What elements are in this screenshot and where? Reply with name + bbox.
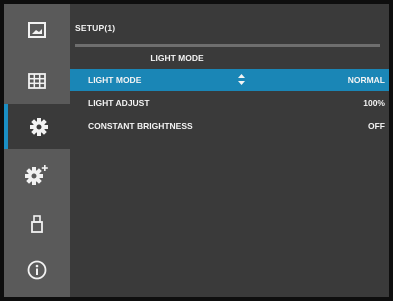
gear-plus-icon: [25, 164, 48, 185]
sidebar-item-usb[interactable]: [4, 201, 70, 246]
sidebar-item-grid[interactable]: [4, 58, 70, 103]
page-title: SETUP(1): [75, 23, 116, 33]
grid-icon: [28, 72, 46, 89]
sidebar-item-picture[interactable]: [4, 7, 70, 52]
sidebar: [4, 4, 70, 297]
picture-icon: [28, 21, 46, 38]
menu-row-label: LIGHT ADJUST: [88, 98, 150, 108]
menu-row-label: CONSTANT BRIGHTNESS: [88, 121, 193, 131]
info-icon: [27, 260, 47, 279]
menu-row-light-mode[interactable]: LIGHT MODE NORMAL: [70, 69, 389, 91]
section-title: LIGHT MODE: [150, 53, 204, 63]
menu-row-value: NORMAL: [347, 75, 385, 85]
menu-row-value: 100%: [363, 98, 385, 108]
menu-row-value: OFF: [368, 121, 385, 131]
title-divider: [75, 44, 380, 47]
usb-icon: [31, 214, 43, 233]
gear-icon: [30, 117, 48, 136]
sidebar-item-info[interactable]: [4, 247, 70, 292]
menu-row-label: LIGHT MODE: [88, 75, 142, 85]
setup-window: SETUP(1) LIGHT MODE LIGHT MODE NORMAL LI…: [4, 4, 389, 297]
menu-row-constant-brightness[interactable]: CONSTANT BRIGHTNESS OFF: [70, 115, 389, 137]
setup-panel: SETUP(1) LIGHT MODE LIGHT MODE NORMAL LI…: [70, 4, 389, 297]
sidebar-item-setup[interactable]: [4, 104, 70, 149]
up-down-arrows-icon[interactable]: [238, 74, 245, 85]
sidebar-item-advanced-setup[interactable]: [4, 152, 70, 197]
menu-row-light-adjust[interactable]: LIGHT ADJUST 100%: [70, 92, 389, 114]
